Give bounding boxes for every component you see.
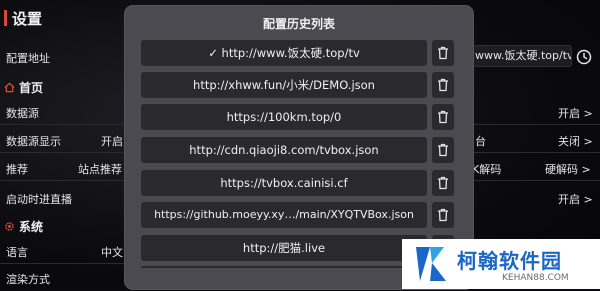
delete-button[interactable]	[432, 170, 454, 196]
history-item[interactable]: https://tvbox.cainisi.cf	[141, 170, 427, 196]
datasource-display-value: 开启	[101, 135, 123, 148]
delete-button[interactable]	[432, 202, 454, 228]
gear-icon	[5, 222, 14, 231]
history-item[interactable]: http://cdn.qiaoji8.com/tvbox.json	[141, 137, 427, 163]
brand-url: KEHAN88.COM	[502, 273, 569, 283]
dialog-title: 配置历史列表	[262, 17, 335, 31]
trash-icon	[438, 208, 448, 222]
language-value: 中文	[101, 246, 123, 259]
delete-button[interactable]	[432, 40, 454, 66]
trash-icon	[438, 176, 448, 190]
brand-name: 柯翰软件园	[457, 249, 562, 273]
section-system-label: 系统	[19, 220, 44, 234]
right-setting-value-1[interactable]: 关闭 >	[558, 133, 593, 149]
section-system: 系统	[4, 218, 43, 235]
language-label: 语言	[6, 246, 28, 259]
delete-button[interactable]	[432, 104, 454, 130]
right-setting-label-2: K解码	[472, 163, 502, 176]
delete-button[interactable]	[432, 72, 454, 98]
brand-logo-icon	[416, 247, 446, 281]
trash-icon	[438, 46, 448, 60]
right-setting-label-1: 台	[475, 135, 486, 148]
startup-live-value: 开启 >	[558, 193, 593, 206]
section-home: 首页	[4, 79, 43, 96]
watermark: 柯翰软件园 KEHAN88.COM	[402, 239, 600, 289]
right-setting-value-2[interactable]: 硬解码 >	[545, 161, 591, 177]
config-address-label: 配置地址	[6, 52, 50, 65]
datasource-display-label: 数据源显示	[6, 135, 61, 148]
recommend-value: 站点推荐	[78, 163, 122, 176]
history-item[interactable]: ✓ http://www.饭太硬.top/tv	[141, 40, 427, 66]
history-item[interactable]: https://100km.top/0	[141, 104, 427, 130]
history-item[interactable]: http://xhww.fun/小米/DEMO.json	[141, 72, 427, 98]
datasource-label: 数据源	[6, 107, 39, 120]
history-item[interactable]: https://github.moeyy.xy…/main/XYQTVBox.j…	[141, 202, 427, 228]
section-home-label: 首页	[19, 81, 44, 95]
clock-icon	[576, 49, 592, 65]
render-label: 渲染方式	[6, 273, 50, 286]
recommend-label: 推荐	[6, 163, 28, 176]
config-address-field[interactable]: www.饭太硬.top/tv	[470, 45, 572, 67]
title-accent-bar	[4, 10, 7, 26]
history-item[interactable]: http://肥猫.live	[141, 235, 427, 261]
trash-icon	[438, 110, 448, 124]
page-title: 设置	[12, 10, 43, 28]
startup-live-label: 启动时进直播	[6, 193, 72, 206]
delete-button[interactable]	[432, 137, 454, 163]
history-button[interactable]	[573, 46, 595, 68]
trash-icon	[438, 78, 448, 92]
home-icon	[4, 82, 15, 93]
datasource-value: 开启 >	[558, 107, 593, 120]
trash-icon	[438, 143, 448, 157]
